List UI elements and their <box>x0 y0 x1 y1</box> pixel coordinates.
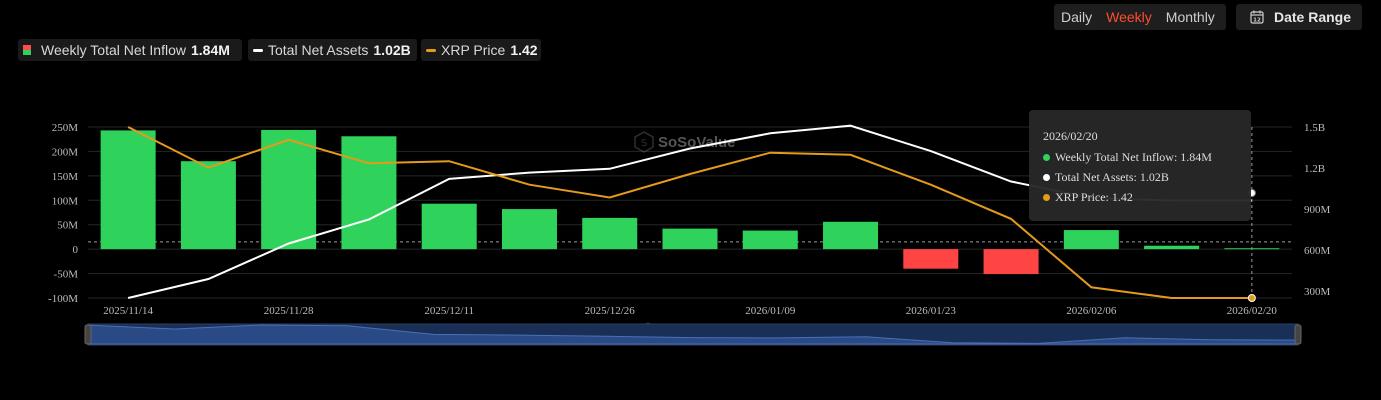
inflow-bar <box>983 249 1039 275</box>
tooltip-assets-dot <box>1043 174 1050 181</box>
range-navigator[interactable] <box>84 323 1302 346</box>
inflow-bar <box>1063 230 1119 250</box>
x-tick-label: 2025/11/14 <box>103 305 153 317</box>
y-left-tick-label: 250M <box>52 122 79 134</box>
y-left-tick-label: -100M <box>48 293 78 305</box>
y-left-tick-label: 150M <box>52 171 79 183</box>
x-tick-label: 2026/01/23 <box>906 305 957 317</box>
y-left-tick-label: 200M <box>52 146 79 158</box>
tooltip-price-dot <box>1043 194 1050 201</box>
tooltip-price-text: XRP Price: 1.42 <box>1055 190 1133 204</box>
inflow-bar <box>261 129 317 250</box>
x-tick-label: 2025/12/26 <box>585 305 636 317</box>
inflow-bar <box>180 161 236 250</box>
x-tick-label: 2026/02/20 <box>1227 305 1278 317</box>
y-left-tick-label: 50M <box>57 220 78 232</box>
tooltip-assets-text: Total Net Assets: 1.02B <box>1055 170 1169 184</box>
inflow-bar <box>421 203 477 250</box>
tooltip-price: XRP Price: 1.42 <box>1043 190 1133 205</box>
inflow-bar <box>903 249 959 269</box>
inflow-bar <box>742 230 798 250</box>
y-right-tick-label: 1.2B <box>1304 163 1325 175</box>
y-left-tick-label: 100M <box>52 195 79 207</box>
y-left-tick-label: -50M <box>54 269 79 281</box>
cursor-price-point <box>1247 294 1256 302</box>
inflow-bar <box>823 221 879 250</box>
tooltip-inflow-text: Weekly Total Net Inflow: 1.84M <box>1055 150 1212 164</box>
tooltip: 2026/02/20 Weekly Total Net Inflow: 1.84… <box>1029 110 1251 221</box>
x-tick-label: 2026/01/09 <box>745 305 796 317</box>
tooltip-date: 2026/02/20 <box>1043 129 1098 143</box>
x-tick-label: 2025/12/11 <box>424 305 474 317</box>
y-right-tick-label: 1.5B <box>1304 122 1325 134</box>
inflow-bar <box>662 228 718 250</box>
y-right-tick-label: 900M <box>1304 204 1331 216</box>
navigator-handle-right <box>1294 324 1302 345</box>
inflow-bar <box>1144 245 1200 250</box>
tooltip-assets: Total Net Assets: 1.02B <box>1043 170 1169 185</box>
tooltip-inflow-dot <box>1043 154 1050 161</box>
y-right-tick-label: 600M <box>1304 245 1331 257</box>
inflow-bar <box>501 209 557 250</box>
x-tick-label: 2026/02/06 <box>1066 305 1117 317</box>
watermark-logo-icon: S <box>634 131 654 153</box>
inflow-bar <box>582 217 638 250</box>
x-tick-label: 2025/11/28 <box>264 305 314 317</box>
y-right-tick-label: 300M <box>1304 286 1331 298</box>
inflow-bar <box>100 130 156 250</box>
inflow-bar <box>341 136 397 250</box>
navigator-handle-left <box>84 324 92 345</box>
y-left-tick-label: 0 <box>73 244 79 256</box>
tooltip-inflow: Weekly Total Net Inflow: 1.84M <box>1043 150 1212 165</box>
svg-text:S: S <box>641 138 647 149</box>
